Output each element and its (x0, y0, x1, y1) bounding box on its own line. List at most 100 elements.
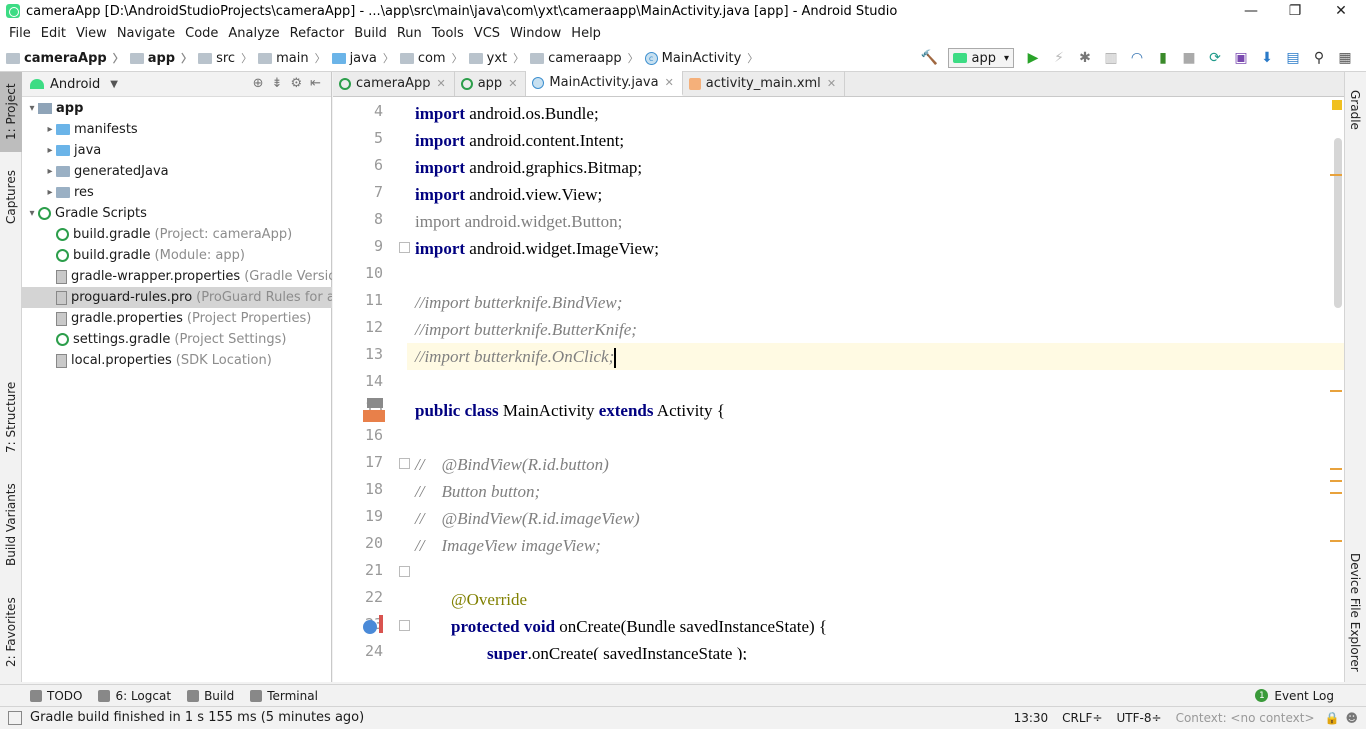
tab-cameraapp[interactable]: cameraApp ✕ (333, 71, 455, 96)
project-view-select[interactable]: Android (50, 77, 100, 92)
project-structure-icon[interactable]: ▤ (1284, 49, 1302, 67)
locate-icon[interactable]: ⊕ (253, 76, 264, 91)
menu-edit[interactable]: Edit (36, 26, 71, 41)
tab-logcat[interactable]: 6: Logcat (98, 689, 171, 703)
tab-app[interactable]: app ✕ (455, 71, 527, 96)
menu-help[interactable]: Help (566, 26, 606, 41)
collapse-all-icon[interactable]: ⇟ (272, 76, 283, 91)
restore-button[interactable]: ❐ (1272, 0, 1318, 22)
tab-build[interactable]: Build (187, 689, 234, 703)
warning-marker[interactable] (1330, 480, 1342, 482)
close-icon[interactable]: ✕ (436, 77, 445, 90)
sync-icon[interactable]: ⟳ (1206, 49, 1224, 67)
tree-item[interactable]: ▸ java (22, 140, 332, 161)
tab-gradle[interactable]: Gradle (1344, 80, 1366, 140)
close-icon[interactable]: ✕ (665, 76, 674, 89)
editor-scrollbar[interactable] (1330, 98, 1344, 682)
breadcrumb-cameraapp[interactable]: cameraApp 〉 (6, 50, 124, 66)
tree-item[interactable]: ▾ Gradle Scripts (22, 203, 332, 224)
warning-indicator-icon[interactable] (1332, 100, 1342, 110)
cursor-position[interactable]: 13:30 (1014, 711, 1049, 725)
gear-icon[interactable]: ⚙ (290, 76, 302, 91)
breadcrumb-src[interactable]: src 〉 (198, 50, 252, 66)
close-button[interactable]: ✕ (1318, 0, 1364, 22)
warning-marker[interactable] (1330, 540, 1342, 542)
breadcrumb-yxt[interactable]: yxt 〉 (468, 50, 524, 66)
tab-captures[interactable]: Captures (0, 162, 22, 232)
menu-navigate[interactable]: Navigate (112, 26, 180, 41)
tree-item[interactable]: settings.gradle (Project Settings) (22, 329, 332, 350)
tab-project[interactable]: 1: Project (0, 72, 22, 152)
menu-code[interactable]: Code (180, 26, 223, 41)
chevron-right-icon[interactable]: ▸ (44, 145, 56, 156)
debug-icon[interactable]: ✱ (1076, 49, 1094, 67)
hammer-icon[interactable]: 🔨 (920, 49, 938, 67)
tree-item[interactable]: gradle.properties (Project Properties) (22, 308, 332, 329)
tree-item[interactable]: proguard-rules.pro (ProGuard Rules for a… (22, 287, 332, 308)
avd-manager-icon[interactable]: ▣ (1232, 49, 1250, 67)
apply-changes-icon[interactable]: ⚡ (1050, 49, 1068, 67)
warning-marker[interactable] (1330, 468, 1342, 470)
stop-icon[interactable]: ■ (1180, 49, 1198, 67)
sdk-manager-icon[interactable]: ⬇ (1258, 49, 1276, 67)
tree-item[interactable]: ▸ res (22, 182, 332, 203)
menu-run[interactable]: Run (392, 26, 427, 41)
more-icon[interactable]: ▦ (1336, 49, 1354, 67)
menu-analyze[interactable]: Analyze (223, 26, 284, 41)
breadcrumb-com[interactable]: com 〉 (399, 50, 463, 66)
warning-marker[interactable] (1330, 390, 1342, 392)
menu-build[interactable]: Build (349, 26, 392, 41)
search-everywhere-icon[interactable]: ⚲ (1310, 49, 1328, 67)
line-separator[interactable]: CRLF÷ (1062, 711, 1102, 725)
attach-debugger-icon[interactable]: ◠ (1128, 49, 1146, 67)
tab-activity-main-xml[interactable]: activity_main.xml ✕ (683, 71, 846, 96)
tree-item[interactable]: gradle-wrapper.properties (Gradle Versio… (22, 266, 332, 287)
menu-file[interactable]: File (4, 26, 36, 41)
code-area[interactable]: import android.os.Bundle; import android… (407, 100, 1344, 660)
breadcrumb-main[interactable]: main 〉 (258, 50, 326, 66)
menu-window[interactable]: Window (505, 26, 566, 41)
tab-terminal[interactable]: Terminal (250, 689, 318, 703)
menu-tools[interactable]: Tools (427, 26, 469, 41)
breadcrumb-app[interactable]: app 〉 (129, 50, 192, 66)
scrollbar-thumb[interactable] (1334, 138, 1342, 308)
chevron-right-icon[interactable]: ▸ (44, 187, 56, 198)
tree-item[interactable]: local.properties (SDK Location) (22, 350, 332, 371)
run-icon[interactable]: ▶ (1024, 49, 1042, 67)
layout-link-icon[interactable] (363, 410, 385, 422)
tab-todo[interactable]: TODO (30, 689, 82, 703)
tree-item[interactable]: ▸ manifests (22, 119, 332, 140)
menu-view[interactable]: View (71, 26, 112, 41)
close-icon[interactable]: ✕ (508, 77, 517, 90)
breadcrumb-cameraapp-package[interactable]: cameraapp 〉 (530, 50, 639, 66)
menu-vcs[interactable]: VCS (469, 26, 505, 41)
tab-event-log[interactable]: 1 Event Log (1255, 689, 1334, 703)
tree-item[interactable]: build.gradle (Module: app) (22, 245, 332, 266)
run-configuration-select[interactable]: app ▾ (948, 48, 1014, 68)
profile-icon[interactable]: ▥ (1102, 49, 1120, 67)
tab-build-variants[interactable]: Build Variants (0, 477, 22, 572)
tab-favorites[interactable]: 2: Favorites (0, 590, 22, 675)
chevron-down-icon[interactable]: ▾ (26, 208, 38, 219)
minimize-button[interactable]: — (1228, 0, 1274, 22)
device-icon[interactable]: ▮ (1154, 49, 1172, 67)
tab-mainactivity[interactable]: MainActivity.java ✕ (526, 71, 683, 96)
tree-item[interactable]: ▾ app (22, 98, 332, 119)
file-encoding[interactable]: UTF-8÷ (1117, 711, 1162, 725)
chevron-right-icon[interactable]: ▸ (44, 166, 56, 177)
related-file-icon[interactable] (367, 398, 383, 408)
chevron-down-icon[interactable]: ▼ (110, 79, 118, 90)
close-icon[interactable]: ✕ (827, 77, 836, 90)
toggle-tool-windows-icon[interactable] (8, 710, 22, 725)
warning-marker[interactable] (1330, 174, 1342, 176)
menu-refactor[interactable]: Refactor (285, 26, 350, 41)
override-icon[interactable] (363, 620, 377, 634)
warning-marker[interactable] (1330, 492, 1342, 494)
inspector-icon[interactable]: ☻ (1345, 711, 1358, 725)
breadcrumb-mainactivity[interactable]: c MainActivity 〉 (644, 50, 758, 66)
breadcrumb-java[interactable]: java 〉 (331, 50, 394, 66)
tab-structure[interactable]: 7: Structure (0, 377, 22, 457)
tab-device-file-explorer[interactable]: Device File Explorer (1344, 550, 1366, 675)
tree-item[interactable]: ▸ generatedJava (22, 161, 332, 182)
chevron-down-icon[interactable]: ▾ (26, 103, 38, 114)
